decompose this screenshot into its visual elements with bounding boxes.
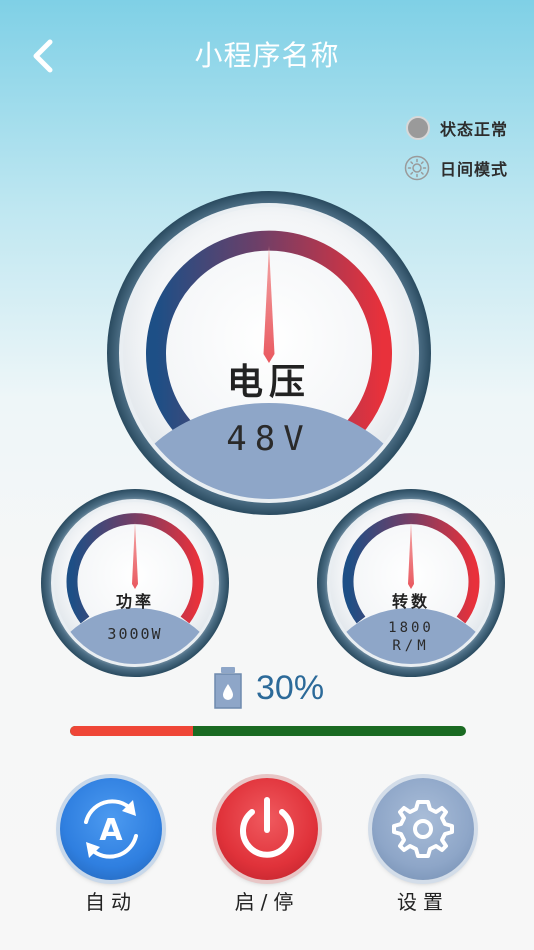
mode-label: 日间模式	[439, 160, 508, 179]
power-icon	[240, 797, 294, 858]
settings-label: 设置	[397, 890, 449, 914]
mode-toggle[interactable]: 日间模式	[404, 155, 508, 181]
fuel-can-icon	[214, 667, 242, 709]
fuel-progress-fill	[70, 726, 193, 736]
speed-label: 转数	[392, 592, 430, 611]
fuel-percent: 30%	[256, 668, 325, 707]
settings-button[interactable]	[372, 778, 474, 880]
gear-icon	[392, 800, 454, 858]
voltage-gauge: 电压 48V	[104, 188, 434, 518]
status-label: 状态正常	[439, 120, 508, 139]
voltage-value: 48V	[226, 419, 311, 459]
page-title: 小程序名称	[194, 39, 340, 72]
sun-icon	[404, 155, 430, 181]
status-dot-icon	[405, 116, 430, 140]
auto-button[interactable]: A	[60, 778, 162, 880]
power-gauge: 功率 3000W	[40, 488, 230, 678]
fuel-progress-bar	[70, 726, 466, 736]
speed-value: 1800	[388, 620, 434, 636]
fuel-indicator: 30%	[212, 666, 324, 710]
speed-unit: R/M	[392, 638, 429, 654]
power-label: 功率	[116, 592, 154, 611]
svg-text:A: A	[99, 813, 123, 848]
power-value: 3000W	[107, 625, 162, 643]
auto-mode-icon: A	[84, 799, 138, 859]
auto-label: 自动	[85, 890, 137, 914]
power-toggle-button[interactable]	[216, 778, 318, 880]
speed-gauge: 转数 1800 R/M	[316, 488, 506, 678]
status-indicator: 状态正常	[405, 116, 508, 140]
voltage-label: 电压	[227, 362, 311, 403]
power-toggle-label: 启/停	[234, 890, 300, 914]
header-bar: 小程序名称	[0, 0, 534, 110]
